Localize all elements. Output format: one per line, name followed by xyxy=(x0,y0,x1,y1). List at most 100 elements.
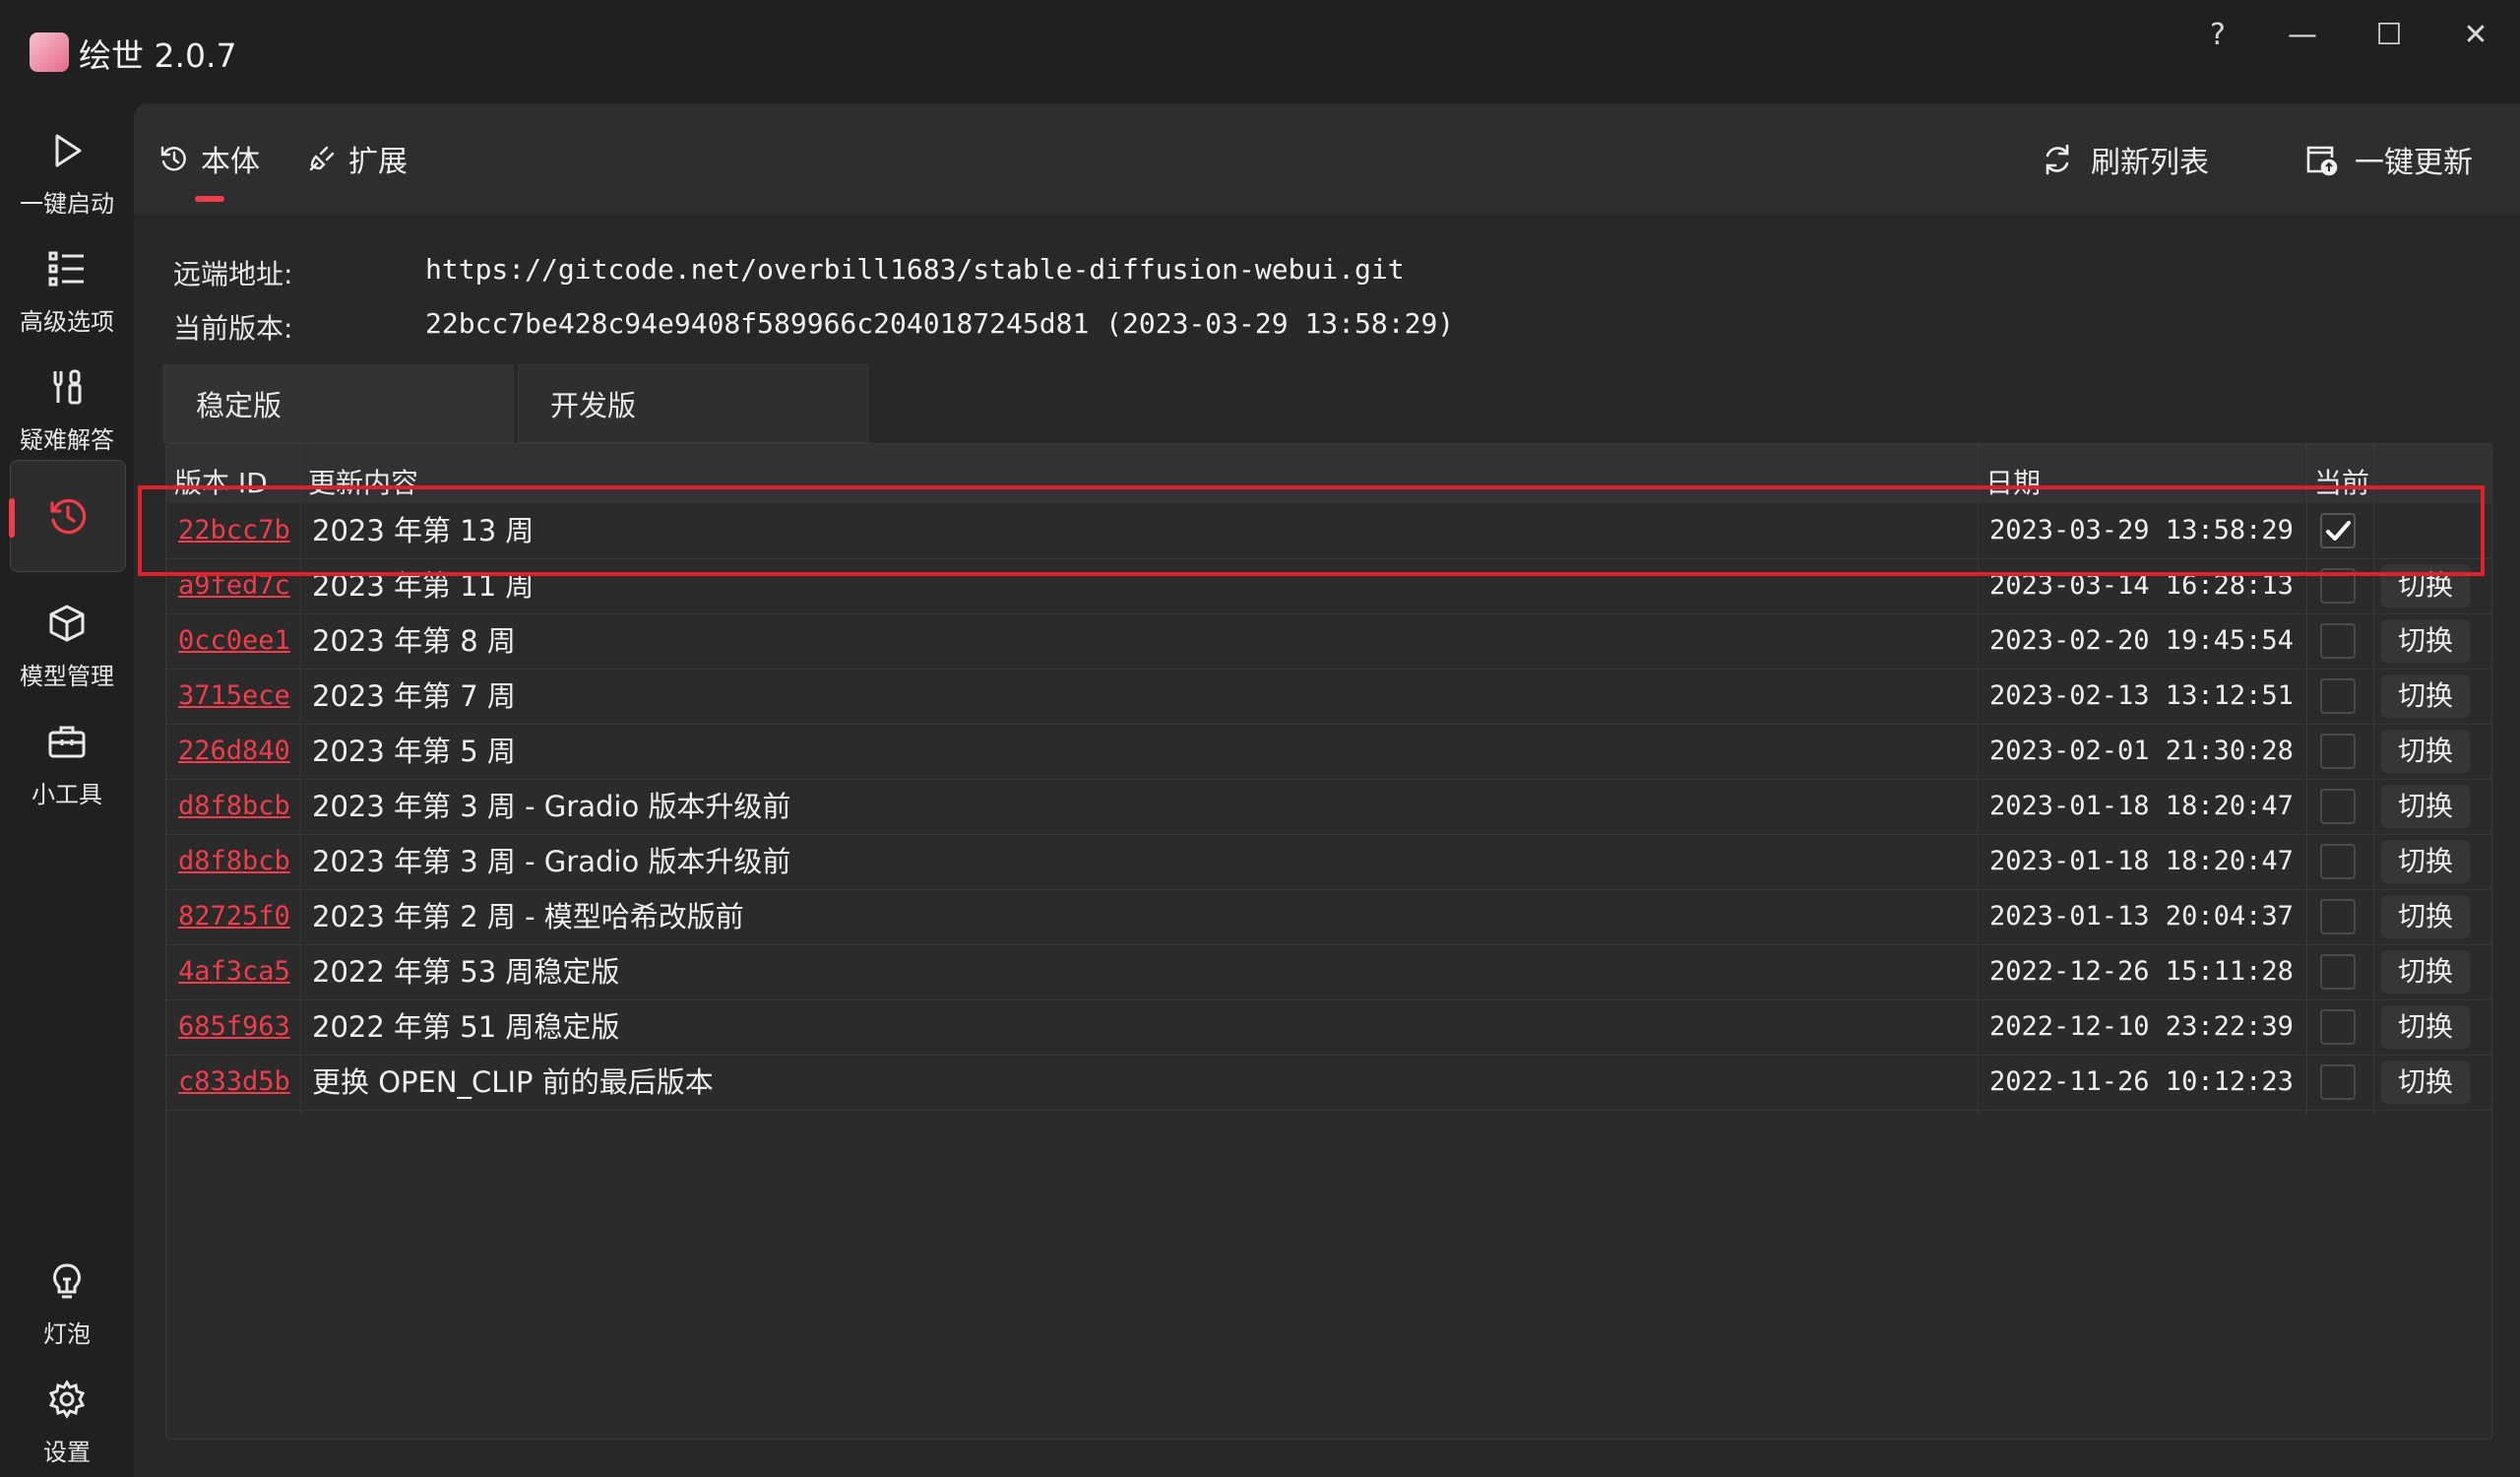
version-date: 2023-01-18 18:20:47 xyxy=(1989,846,2294,876)
tab-dev[interactable]: 开发版 xyxy=(518,364,868,443)
sidebar-item-lightbulb[interactable]: 灯泡 xyxy=(10,1244,124,1354)
tab-core[interactable]: 本体 xyxy=(159,139,260,179)
app-logo-icon xyxy=(30,32,69,72)
column-header-date: 日期 xyxy=(1985,467,2042,499)
tab-underline xyxy=(195,196,224,202)
sidebar: 一键启动 高级选项 疑难解答 模型管理 小工具 灯泡 设置 xyxy=(0,103,134,1477)
table-row[interactable]: 22bcc7b 2023 年第 13 周 2023-03-29 13:58:29 xyxy=(166,503,2491,559)
switch-version-button[interactable]: 切换 xyxy=(2381,1005,2470,1049)
table-row[interactable]: 4af3ca5 2022 年第 53 周稳定版 2022-12-26 15:11:2… xyxy=(166,944,2491,1000)
tools-icon xyxy=(53,369,82,405)
current-checkbox xyxy=(2320,623,2356,659)
gear-icon xyxy=(48,1380,86,1419)
active-indicator xyxy=(9,498,15,538)
sidebar-item-models[interactable]: 模型管理 xyxy=(10,586,124,696)
current-checkbox xyxy=(2320,789,2356,824)
switch-version-button[interactable]: 切换 xyxy=(2381,785,2470,828)
sidebar-item-label: 高级选项 xyxy=(20,308,114,336)
sidebar-item-troubleshoot[interactable]: 疑难解答 xyxy=(10,350,124,460)
current-checkbox xyxy=(2320,513,2356,548)
switch-version-button[interactable]: 切换 xyxy=(2381,674,2470,718)
sidebar-item-launch[interactable]: 一键启动 xyxy=(10,113,124,224)
version-description: 2023 年第 3 周 - Gradio 版本升级前 xyxy=(312,790,791,823)
version-id-link[interactable]: 0cc0ee1 xyxy=(178,613,294,669)
table-row[interactable]: d8f8bcb 2023 年第 3 周 - Gradio 版本升级前 2023-01… xyxy=(166,779,2491,835)
version-description: 更换 OPEN_CLIP 前的最后版本 xyxy=(312,1065,714,1099)
title-bar: 绘世 2.0.7 ? — ☐ ✕ xyxy=(0,0,2520,103)
plug-icon xyxy=(309,146,335,171)
tab-label: 扩展 xyxy=(348,145,408,179)
table-row[interactable]: 685f963 2022 年第 51 周稳定版 2022-12-10 23:22:3… xyxy=(166,999,2491,1056)
version-id-link[interactable]: 685f963 xyxy=(178,999,294,1055)
remote-address-value: https://gitcode.net/overbill1683/stable-… xyxy=(425,253,1405,286)
version-id-link[interactable]: d8f8bcb xyxy=(178,834,294,889)
checkmark-icon xyxy=(2326,521,2351,541)
tab-extensions[interactable]: 扩展 xyxy=(307,139,408,179)
current-checkbox xyxy=(2320,734,2356,769)
switch-version-button[interactable]: 切换 xyxy=(2381,840,2470,883)
version-id-link[interactable]: a9fed7c xyxy=(178,558,294,613)
sidebar-item-label: 小工具 xyxy=(32,781,102,808)
top-tab-bar: 本体 扩展 刷新列表 一键更新 xyxy=(134,103,2520,214)
version-date: 2023-02-20 19:45:54 xyxy=(1989,625,2294,656)
table-row[interactable]: a9fed7c 2023 年第 11 周 2023-03-14 16:28:13 切换 xyxy=(166,558,2491,614)
version-table: 版本 ID 更新内容 日期 当前 22bcc7b 2023 年第 13 周 2023… xyxy=(165,443,2492,1440)
switch-version-button[interactable]: 切换 xyxy=(2381,564,2470,608)
tab-stable[interactable]: 稳定版 xyxy=(163,364,514,443)
current-version-value: 22bcc7be428c94e9408f589966c2040187245d81… xyxy=(425,307,1455,340)
version-date: 2023-02-13 13:12:51 xyxy=(1989,680,2294,711)
maximize-button[interactable]: ☐ xyxy=(2355,10,2424,59)
version-id-link[interactable]: 22bcc7b xyxy=(178,503,294,558)
version-date: 2023-01-13 20:04:37 xyxy=(1989,901,2294,931)
table-header: 版本 ID 更新内容 日期 当前 xyxy=(166,444,2491,503)
version-id-link[interactable]: 3715ece xyxy=(178,669,294,724)
version-date: 2022-12-26 15:11:28 xyxy=(1989,956,2294,987)
column-header-id: 版本 ID xyxy=(174,467,268,499)
current-checkbox xyxy=(2320,678,2356,714)
switch-version-button[interactable]: 切换 xyxy=(2381,895,2470,938)
sidebar-item-label: 模型管理 xyxy=(20,663,114,690)
version-description: 2022 年第 53 周稳定版 xyxy=(312,955,620,989)
current-checkbox xyxy=(2320,954,2356,990)
switch-version-button[interactable]: 切换 xyxy=(2381,730,2470,773)
main-panel: 本体 扩展 刷新列表 一键更新 远端地址: https://gitcode.ne… xyxy=(134,103,2520,1477)
remote-address-label: 远端地址: xyxy=(173,258,293,290)
sidebar-item-settings[interactable]: 设置 xyxy=(10,1362,124,1472)
current-checkbox xyxy=(2320,899,2356,934)
switch-version-button[interactable]: 切换 xyxy=(2381,950,2470,994)
one-click-update-button[interactable]: 一键更新 xyxy=(2303,139,2473,180)
version-id-link[interactable]: d8f8bcb xyxy=(178,779,294,834)
sidebar-item-version[interactable] xyxy=(9,460,126,572)
version-description: 2023 年第 7 周 xyxy=(312,679,516,713)
version-date: 2022-12-10 23:22:39 xyxy=(1989,1011,2294,1042)
sidebar-item-tools[interactable]: 小工具 xyxy=(10,704,124,814)
switch-version-button[interactable]: 切换 xyxy=(2381,1060,2470,1104)
column-header-desc: 更新内容 xyxy=(308,467,419,499)
minimize-button[interactable]: — xyxy=(2268,10,2337,59)
version-id-link[interactable]: 4af3ca5 xyxy=(178,944,294,999)
close-button[interactable]: ✕ xyxy=(2441,10,2510,59)
version-description: 2022 年第 51 周稳定版 xyxy=(312,1010,620,1044)
refresh-list-button[interactable]: 刷新列表 xyxy=(2040,139,2209,180)
table-row[interactable]: c833d5b 更换 OPEN_CLIP 前的最后版本 2022-11-26 10:… xyxy=(166,1055,2491,1111)
list-icon xyxy=(48,251,84,287)
version-id-link[interactable]: 226d840 xyxy=(178,724,294,779)
history-icon xyxy=(50,498,87,535)
cube-icon xyxy=(49,605,85,642)
refresh-icon xyxy=(2046,144,2069,175)
version-id-link[interactable]: 82725f0 xyxy=(178,889,294,944)
version-date: 2023-03-14 16:28:13 xyxy=(1989,570,2294,601)
table-row[interactable]: 0cc0ee1 2023 年第 8 周 2023-02-20 19:45:54 切换 xyxy=(166,613,2491,670)
table-row[interactable]: 82725f0 2023 年第 2 周 - 模型哈希改版前 2023-01-13 2… xyxy=(166,889,2491,945)
table-row[interactable]: d8f8bcb 2023 年第 3 周 - Gradio 版本升级前 2023-01… xyxy=(166,834,2491,890)
help-button[interactable]: ? xyxy=(2183,10,2252,59)
version-id-link[interactable]: c833d5b xyxy=(178,1055,294,1110)
version-date: 2023-03-29 13:58:29 xyxy=(1989,515,2294,546)
switch-version-button[interactable]: 切换 xyxy=(2381,619,2470,663)
sidebar-item-advanced[interactable]: 高级选项 xyxy=(10,231,124,342)
table-row[interactable]: 3715ece 2023 年第 7 周 2023-02-13 13:12:51 切换 xyxy=(166,669,2491,725)
version-description: 2023 年第 5 周 xyxy=(312,735,516,768)
version-date: 2022-11-26 10:12:23 xyxy=(1989,1066,2294,1097)
version-description: 2023 年第 8 周 xyxy=(312,624,516,658)
table-row[interactable]: 226d840 2023 年第 5 周 2023-02-01 21:30:28 切换 xyxy=(166,724,2491,780)
